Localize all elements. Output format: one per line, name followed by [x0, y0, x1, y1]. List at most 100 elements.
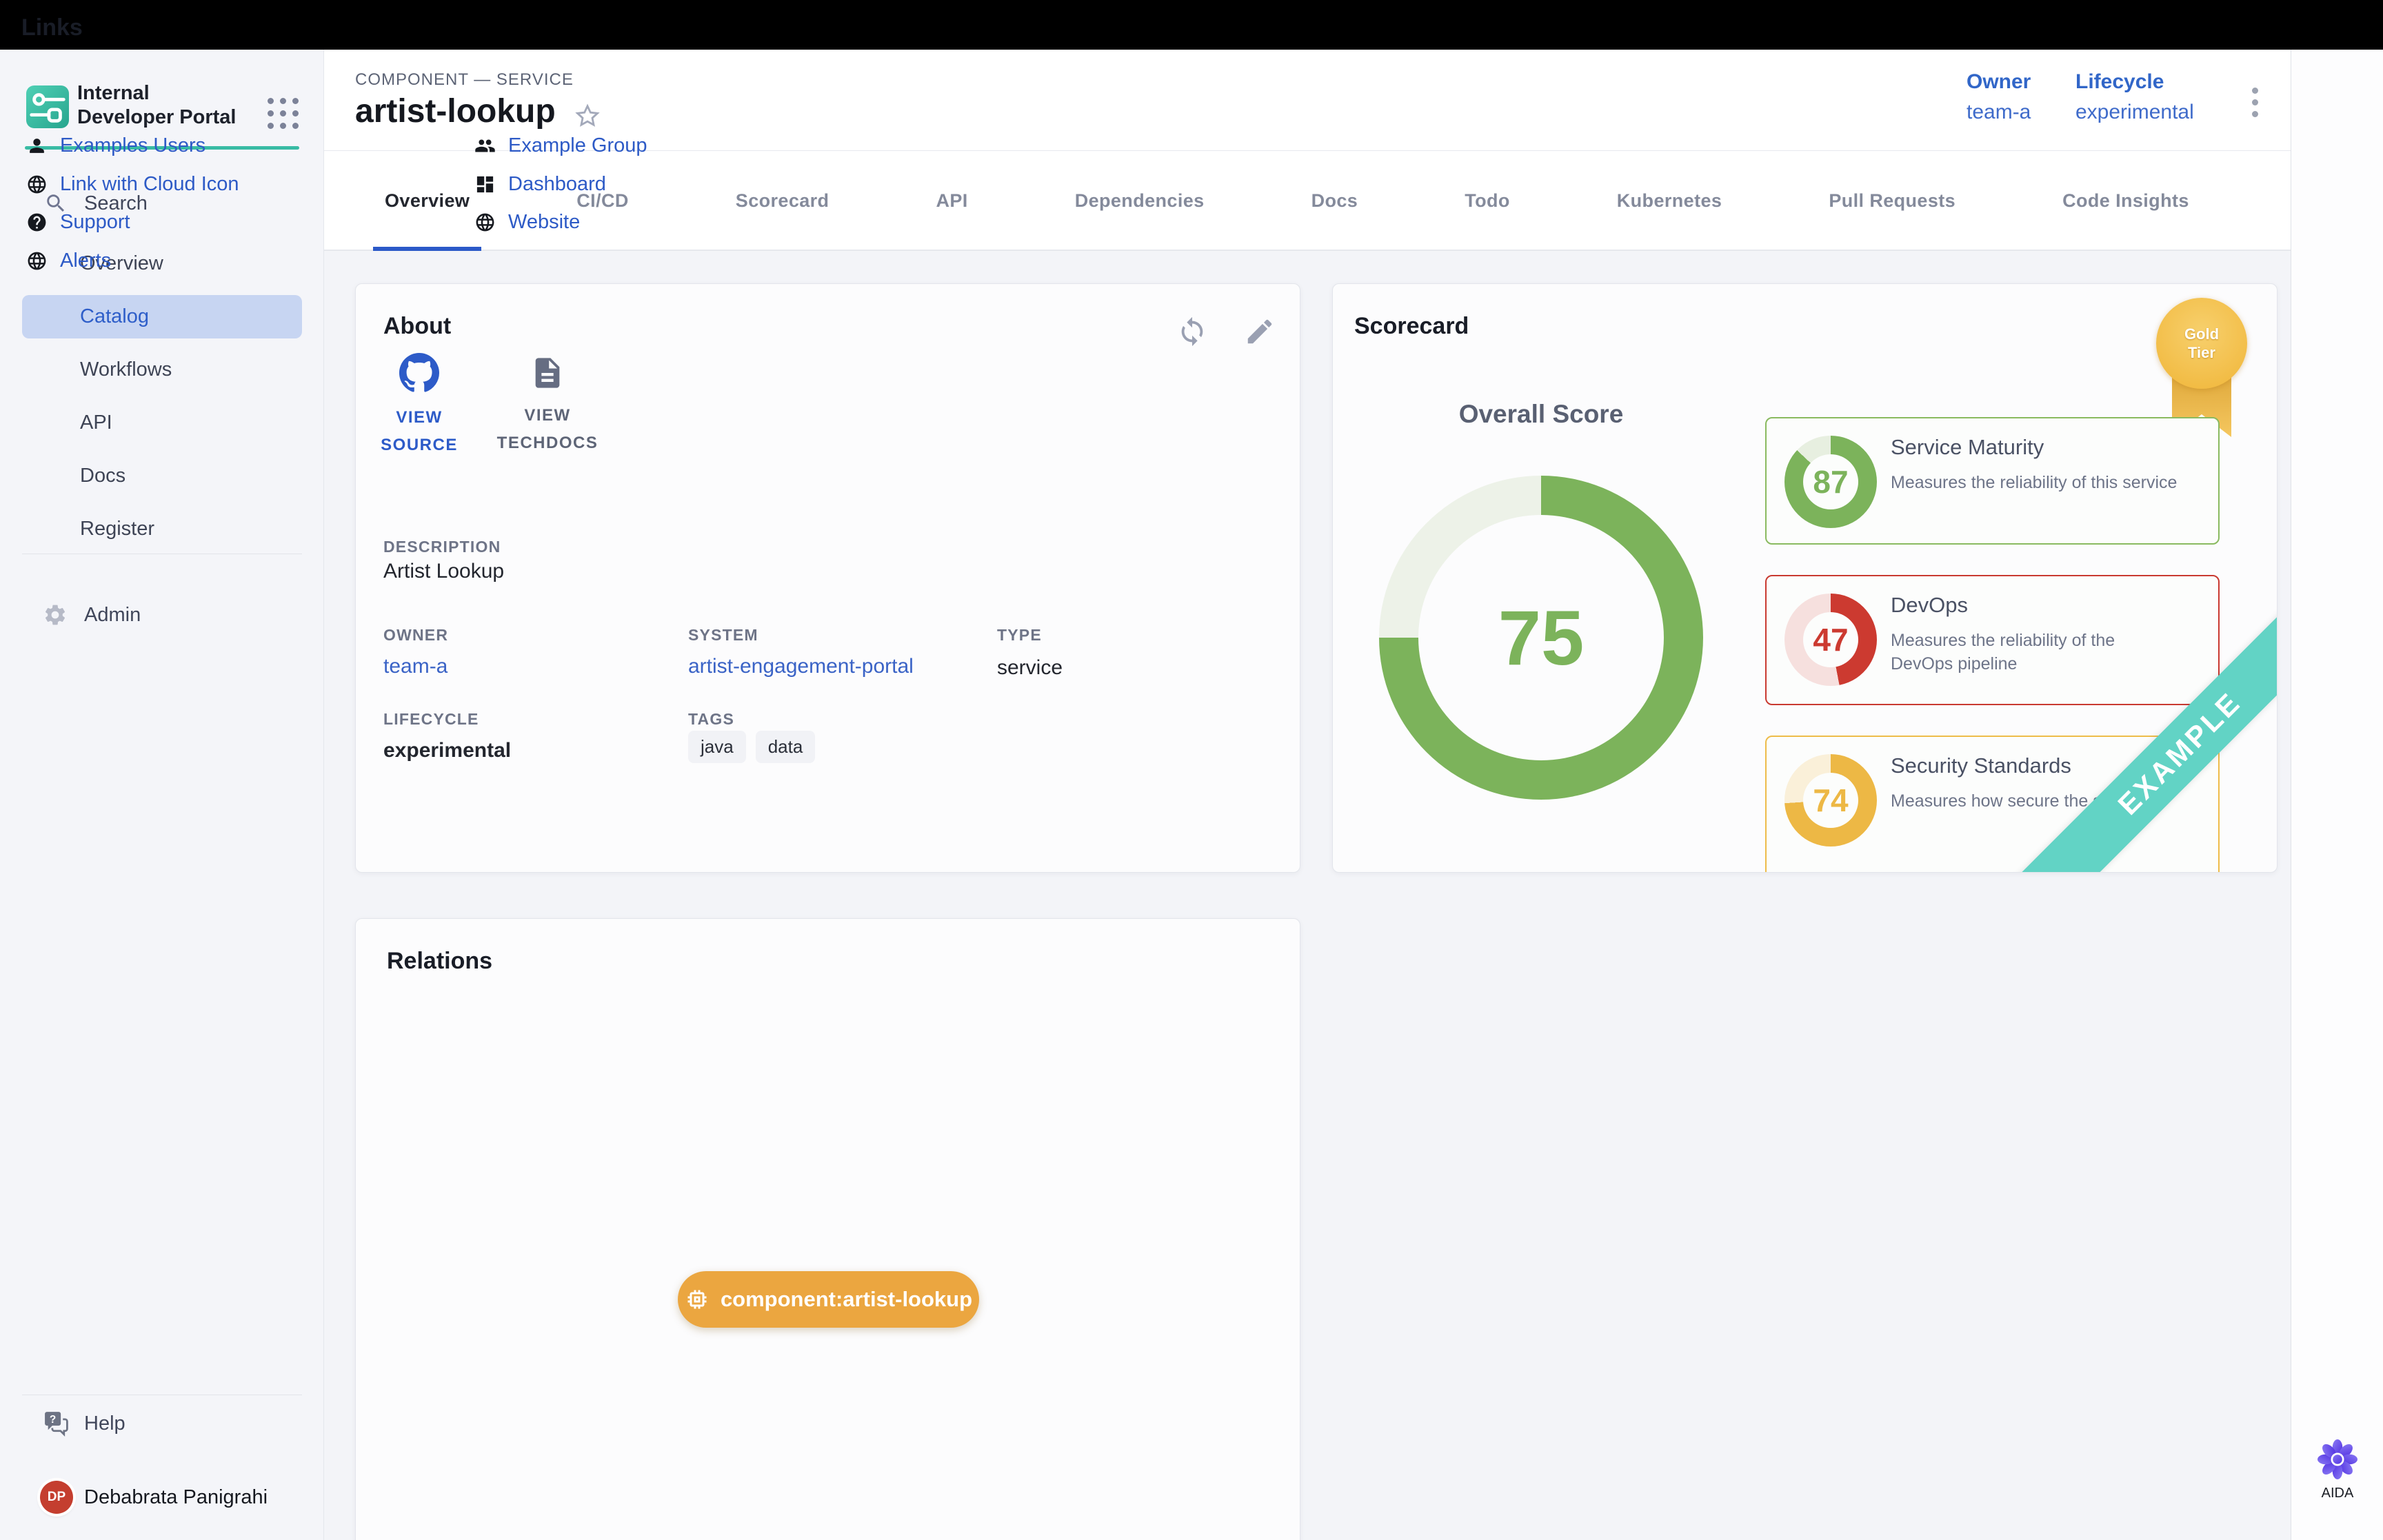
- link-website[interactable]: Website: [474, 210, 580, 234]
- description-value: Artist Lookup: [383, 560, 504, 583]
- link-label: Link with Cloud Icon: [60, 173, 239, 196]
- link-support[interactable]: Support: [26, 210, 130, 234]
- tab-docs[interactable]: Docs: [1311, 151, 1358, 251]
- tab-overview[interactable]: Overview: [385, 151, 470, 251]
- favorite-star-icon[interactable]: [574, 102, 601, 130]
- type-field-label: TYPE: [997, 626, 1042, 645]
- portal-logo-icon: [26, 85, 69, 128]
- criteria-card-devops[interactable]: 47 DevOps Measures the reliability of the …: [1765, 575, 2220, 705]
- criteria-score-value: 87: [1803, 454, 1858, 509]
- tags-row: java data: [688, 731, 815, 763]
- gold-medal-icon: Gold Tier: [2156, 298, 2247, 389]
- sidebar-item-register[interactable]: Register: [0, 503, 324, 556]
- criteria-score-ring: 87: [1784, 436, 1877, 528]
- document-icon: [530, 355, 565, 391]
- sidebar-item-catalog[interactable]: Catalog: [22, 295, 302, 338]
- people-icon: [474, 135, 496, 156]
- svg-text:?: ?: [50, 1414, 56, 1426]
- refresh-icon[interactable]: [1176, 316, 1208, 347]
- aida-flower-icon: [2317, 1439, 2357, 1479]
- avatar[interactable]: DP: [40, 1481, 73, 1514]
- tab-code-insights[interactable]: Code Insights: [2062, 151, 2189, 251]
- tab-kubernetes[interactable]: Kubernetes: [1617, 151, 1722, 251]
- criteria-card-service-maturity[interactable]: 87Service MaturityMeasures the reliabili…: [1765, 417, 2220, 545]
- tag-chip-data[interactable]: data: [756, 731, 816, 763]
- overall-score-label: Overall Score: [1417, 400, 1665, 429]
- tab-ci-cd[interactable]: CI/CD: [576, 151, 629, 251]
- gold-tier-label: Gold Tier: [2184, 325, 2219, 362]
- breadcrumb: COMPONENT — SERVICE: [355, 70, 574, 90]
- globe-icon: [26, 174, 48, 195]
- scorecard-title: Scorecard: [1354, 313, 1469, 340]
- scorecard-card: Scorecard Gold Tier Overall Score 75 87 S…: [1332, 283, 2278, 873]
- gear-icon: [43, 602, 68, 627]
- sidebar-nav: OverviewCatalogWorkflowsAPIDocsRegister: [0, 237, 324, 556]
- more-options-icon[interactable]: [2240, 83, 2270, 121]
- tab-api[interactable]: API: [936, 151, 967, 251]
- criteria-score-ring: 47: [1784, 594, 1877, 686]
- sidebar-item-api[interactable]: API: [0, 396, 324, 449]
- dashboard-icon: [474, 174, 496, 195]
- link-dashboard[interactable]: Dashboard: [474, 172, 606, 196]
- link-example-group[interactable]: Example Group: [474, 134, 647, 157]
- type-value: service: [997, 656, 1063, 680]
- owner-field-label: OWNER: [383, 626, 448, 645]
- tags-field-label: TAGS: [688, 710, 734, 729]
- link-examples-users[interactable]: Examples Users: [26, 134, 205, 157]
- top-black-bar: [0, 0, 2383, 50]
- lifecycle-label[interactable]: Lifecycle: [2075, 70, 2164, 94]
- criteria-title: Service Maturity: [1891, 435, 2044, 460]
- link-label: Website: [508, 211, 580, 234]
- tag-chip-java[interactable]: java: [688, 731, 746, 763]
- tabs-list: Overview CI/CD Scorecard API Dependencies Doc…: [324, 151, 2189, 251]
- link-alerts[interactable]: Alerts: [26, 249, 111, 272]
- lifecycle-field-label: LIFECYCLE: [383, 710, 479, 729]
- owner-label[interactable]: Owner: [1967, 70, 2031, 94]
- entity-tabs: Overview CI/CD Scorecard API Dependencies Doc…: [324, 151, 2291, 251]
- aida-assistant-button[interactable]: AIDA: [2310, 1439, 2365, 1501]
- system-link[interactable]: artist-engagement-portal: [688, 655, 914, 678]
- view-source-button[interactable]: VIEW SOURCE: [350, 353, 488, 459]
- relation-entity-chip[interactable]: component:artist-lookup: [678, 1271, 979, 1328]
- criteria-title: DevOps: [1891, 593, 1968, 618]
- tab-pull-requests[interactable]: Pull Requests: [1829, 151, 1955, 251]
- view-techdocs-button[interactable]: VIEW TECHDOCS: [479, 353, 616, 457]
- aida-label: AIDA: [2310, 1486, 2365, 1501]
- user-name[interactable]: Debabrata Panigrahi: [84, 1486, 268, 1509]
- about-title: About: [383, 313, 451, 340]
- edit-pencil-icon[interactable]: [1244, 316, 1276, 347]
- person-icon: [26, 135, 48, 156]
- tab-scorecard[interactable]: Scorecard: [736, 151, 829, 251]
- lifecycle-value[interactable]: experimental: [2075, 101, 2194, 124]
- sidebar-item-workflows[interactable]: Workflows: [0, 343, 324, 396]
- tab-todo[interactable]: Todo: [1465, 151, 1510, 251]
- link-label: Dashboard: [508, 173, 606, 196]
- about-card: About VIEW SOURCE VIEW TECHDOCS DESCRIPT…: [355, 283, 1300, 873]
- criteria-score-value: 47: [1803, 612, 1858, 667]
- sidebar-item-admin[interactable]: Admin: [0, 596, 324, 634]
- overall-score-value: 75: [1498, 594, 1585, 682]
- brand-title: Internal Developer Portal: [77, 81, 251, 130]
- criteria-score-value: 74: [1803, 773, 1858, 828]
- owner-link[interactable]: team-a: [383, 655, 448, 678]
- help-chat-icon: ?: [43, 1410, 70, 1437]
- sidebar-item-docs[interactable]: Docs: [0, 449, 324, 503]
- component-chip-icon: [685, 1287, 710, 1312]
- tab-dependencies[interactable]: Dependencies: [1075, 151, 1205, 251]
- github-icon: [399, 353, 439, 393]
- right-rail: [2291, 50, 2383, 1540]
- sidebar-item-help[interactable]: ? Help: [0, 1404, 324, 1443]
- criteria-score-ring: 74: [1784, 754, 1877, 847]
- help-icon: [26, 212, 48, 233]
- globe-icon: [26, 250, 48, 272]
- relation-chip-label: component:artist-lookup: [721, 1287, 972, 1312]
- link-link-with-cloud-icon[interactable]: Link with Cloud Icon: [26, 172, 239, 196]
- apps-grid-icon[interactable]: [265, 95, 301, 131]
- owner-value[interactable]: team-a: [1967, 101, 2031, 124]
- criteria-description: Measures the reliability of the DevOps p…: [1891, 629, 2215, 676]
- relations-card: Relations component:artist-lookup: [355, 918, 1300, 1540]
- description-label: DESCRIPTION: [383, 538, 501, 556]
- link-label: Examples Users: [60, 134, 205, 157]
- link-label: Support: [60, 211, 130, 234]
- link-label: Alerts: [60, 250, 111, 272]
